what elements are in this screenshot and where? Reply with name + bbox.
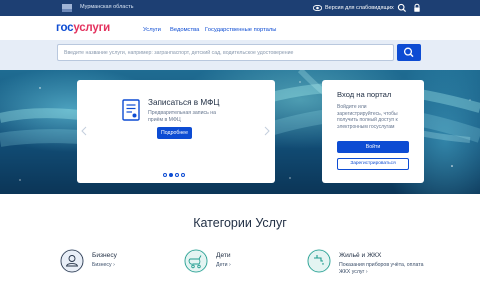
lock-icon[interactable] bbox=[412, 3, 422, 13]
nav-state-portals[interactable]: Государственные порталы bbox=[205, 27, 276, 33]
category-link[interactable]: Дети › bbox=[216, 262, 231, 269]
carousel-prev-arrow-icon[interactable] bbox=[81, 126, 87, 136]
category-link-label: Бизнесу bbox=[92, 262, 112, 268]
site-header: госуслуги Услуги Ведомства Государственн… bbox=[0, 16, 480, 40]
business-icon bbox=[60, 249, 84, 273]
categories-title: Категории Услуг bbox=[193, 216, 287, 230]
carousel-dot-active[interactable] bbox=[169, 173, 173, 177]
nav-services[interactable]: Услуги bbox=[143, 27, 161, 33]
category-name: Жильё и ЖКХ bbox=[339, 252, 382, 259]
carousel-card: Записаться в МФЦ Предварительная запись … bbox=[77, 80, 275, 183]
register-button[interactable]: Зарегистрироваться bbox=[337, 158, 409, 170]
chevron-right-icon: › bbox=[365, 269, 368, 275]
category-link[interactable]: Бизнесу › bbox=[92, 262, 115, 269]
category-name: Бизнесу bbox=[92, 252, 117, 259]
category-name: Дети bbox=[216, 252, 231, 259]
carousel-next-arrow-icon[interactable] bbox=[264, 126, 270, 136]
category-housing[interactable]: Жильё и ЖКХ Показания приборов учёта, оп… bbox=[307, 249, 427, 285]
chevron-right-icon: › bbox=[113, 262, 115, 268]
nav-departments[interactable]: Ведомства bbox=[170, 27, 199, 33]
top-bar: Мурманская область Версия для слабовидящ… bbox=[0, 0, 480, 16]
region-flag-icon bbox=[62, 4, 72, 12]
login-panel: Вход на портал Войдите или зарегистрируй… bbox=[322, 80, 424, 183]
carousel-dot[interactable] bbox=[175, 173, 179, 177]
carousel-description: Предварительная запись на приём в МФЦ bbox=[148, 110, 216, 123]
carousel-dots bbox=[163, 173, 185, 178]
login-title: Вход на портал bbox=[337, 90, 392, 99]
search-icon[interactable] bbox=[397, 3, 407, 13]
category-link-label: Дети bbox=[216, 262, 228, 268]
housing-icon bbox=[307, 249, 331, 273]
logo-part-uslugi: услуги bbox=[73, 22, 111, 34]
carousel-dot[interactable] bbox=[163, 173, 167, 177]
eye-icon bbox=[313, 5, 322, 11]
children-icon bbox=[184, 249, 208, 273]
gosuslugi-logo[interactable]: госуслуги bbox=[56, 22, 110, 34]
search-input[interactable]: Введите название услуги, например: загра… bbox=[57, 44, 394, 61]
category-business[interactable]: Бизнесу Бизнесу › bbox=[60, 249, 160, 285]
login-text: Войдите или зарегистрируйтесь, чтобы пол… bbox=[337, 104, 398, 130]
category-children[interactable]: Дети Дети › bbox=[184, 249, 284, 285]
low-vision-link[interactable]: Версия для слабовидящих bbox=[313, 3, 394, 13]
search-button[interactable] bbox=[397, 44, 421, 61]
carousel-title: Записаться в МФЦ bbox=[148, 98, 220, 107]
category-link[interactable]: Показания приборов учёта, оплата ЖКХ усл… bbox=[339, 262, 425, 276]
carousel-dot[interactable] bbox=[181, 173, 185, 177]
login-button[interactable]: Войти bbox=[337, 141, 409, 153]
region-selector[interactable]: Мурманская область bbox=[80, 4, 133, 10]
chevron-right-icon: › bbox=[228, 262, 231, 268]
category-link-label: Показания приборов учёта, оплата ЖКХ усл… bbox=[339, 262, 424, 275]
document-icon bbox=[122, 99, 140, 121]
logo-part-gos: гос bbox=[56, 22, 74, 34]
search-button-icon bbox=[403, 47, 414, 58]
low-vision-label: Версия для слабовидящих bbox=[325, 5, 394, 11]
details-button[interactable]: Подробнее bbox=[157, 127, 192, 139]
